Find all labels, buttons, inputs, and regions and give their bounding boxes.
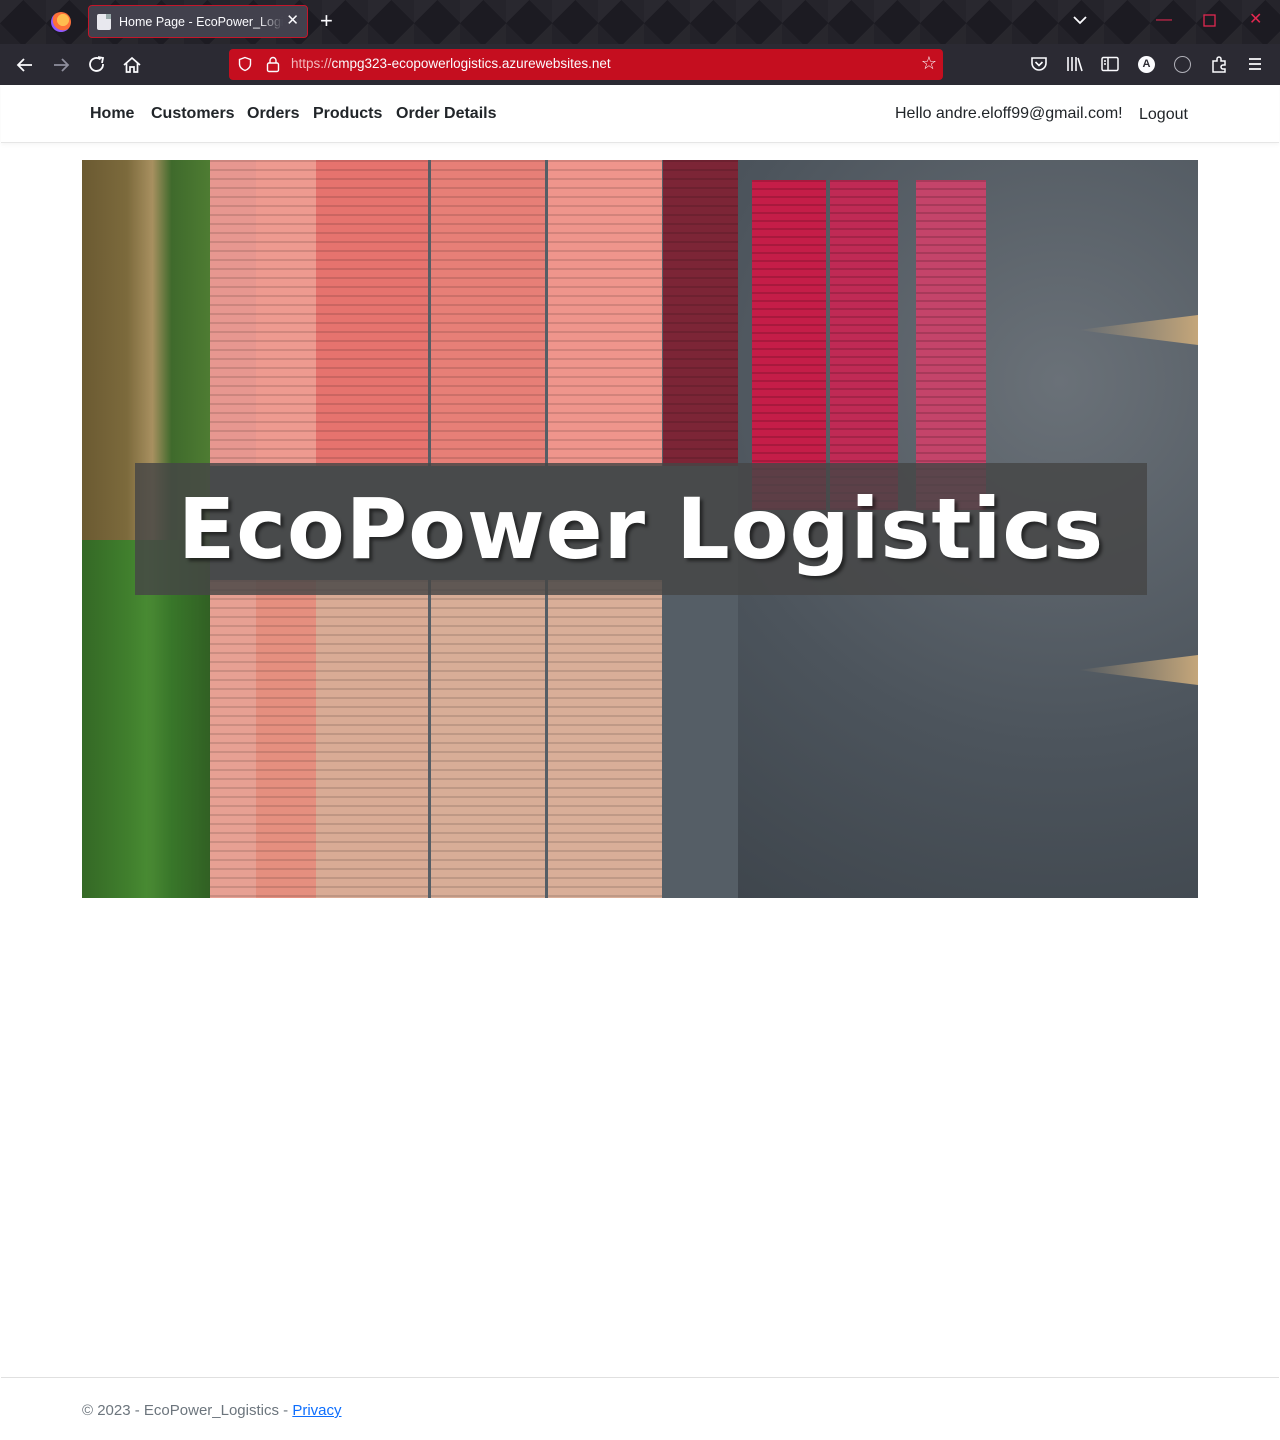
reload-icon[interactable] [84, 52, 110, 78]
container [548, 580, 662, 898]
minimize-icon[interactable]: — [1156, 10, 1172, 30]
site-navbar: Home Customers Orders Products Order Det… [1, 85, 1279, 143]
container [316, 160, 428, 466]
container [431, 580, 545, 898]
footer-copyright: © 2023 - EcoPower_Logistics - [82, 1402, 293, 1419]
library-icon[interactable] [1064, 53, 1086, 75]
pocket-icon[interactable] [1028, 53, 1050, 75]
container [316, 580, 428, 898]
url-bar[interactable]: https://cmpg323-ecopowerlogistics.azurew… [229, 49, 943, 80]
tab-strip: Home Page - EcoPower_Logistics ✕ + — ✕ [0, 0, 1280, 44]
url-scheme: https:// [291, 56, 332, 71]
nav-link-products[interactable]: Products [313, 105, 382, 123]
site-footer: © 2023 - EcoPower_Logistics - Privacy [1, 1377, 1279, 1439]
account-avatar-icon[interactable]: A [1138, 56, 1155, 73]
footer-text: © 2023 - EcoPower_Logistics - Privacy [82, 1402, 342, 1419]
back-icon[interactable] [12, 52, 38, 78]
container [752, 180, 826, 510]
container [548, 160, 662, 466]
container [256, 580, 316, 898]
tab-title: Home Page - EcoPower_Logistics [119, 15, 283, 29]
close-tab-icon[interactable]: ✕ [286, 12, 299, 30]
nav-link-home[interactable]: Home [90, 105, 134, 123]
firefox-view-icon[interactable] [51, 12, 71, 32]
maximize-icon[interactable] [1203, 14, 1216, 27]
forward-icon[interactable] [48, 52, 74, 78]
hero-title: EcoPower Logistics [177, 480, 1105, 578]
container [830, 180, 898, 510]
active-tab[interactable]: Home Page - EcoPower_Logistics ✕ [88, 5, 308, 38]
extensions-puzzle-icon[interactable] [1208, 53, 1230, 75]
container [663, 160, 738, 466]
container [210, 580, 256, 898]
page-favicon-icon [97, 14, 111, 30]
privacy-link[interactable]: Privacy [292, 1402, 341, 1419]
logout-button[interactable]: Logout [1139, 106, 1188, 124]
container [431, 160, 545, 466]
lock-icon[interactable] [265, 55, 281, 73]
page-viewport: Home Customers Orders Products Order Det… [1, 85, 1279, 1439]
home-icon[interactable] [119, 52, 145, 78]
extension-circle-icon[interactable] [1174, 56, 1191, 73]
list-all-tabs-icon[interactable] [1070, 10, 1090, 30]
sidebar-icon[interactable] [1099, 53, 1121, 75]
menu-hamburger-icon[interactable] [1244, 53, 1266, 75]
bookmark-star-icon[interactable]: ☆ [921, 53, 937, 74]
nav-link-orders[interactable]: Orders [247, 105, 299, 123]
nav-link-customers[interactable]: Customers [151, 105, 235, 123]
nav-link-order-details[interactable]: Order Details [396, 105, 496, 123]
close-window-icon[interactable]: ✕ [1249, 10, 1262, 30]
user-greeting[interactable]: Hello andre.eloff99@gmail.com! [895, 105, 1123, 123]
url-host: cmpg323-ecopowerlogistics.azurewebsites.… [331, 56, 611, 71]
tracking-protection-shield-icon[interactable] [237, 56, 253, 72]
new-tab-icon[interactable]: + [320, 10, 333, 32]
url-text[interactable]: https://cmpg323-ecopowerlogistics.azurew… [291, 56, 611, 71]
container [256, 160, 316, 466]
container [916, 180, 986, 510]
hero-banner: EcoPower Logistics [82, 160, 1198, 898]
container [210, 160, 256, 466]
